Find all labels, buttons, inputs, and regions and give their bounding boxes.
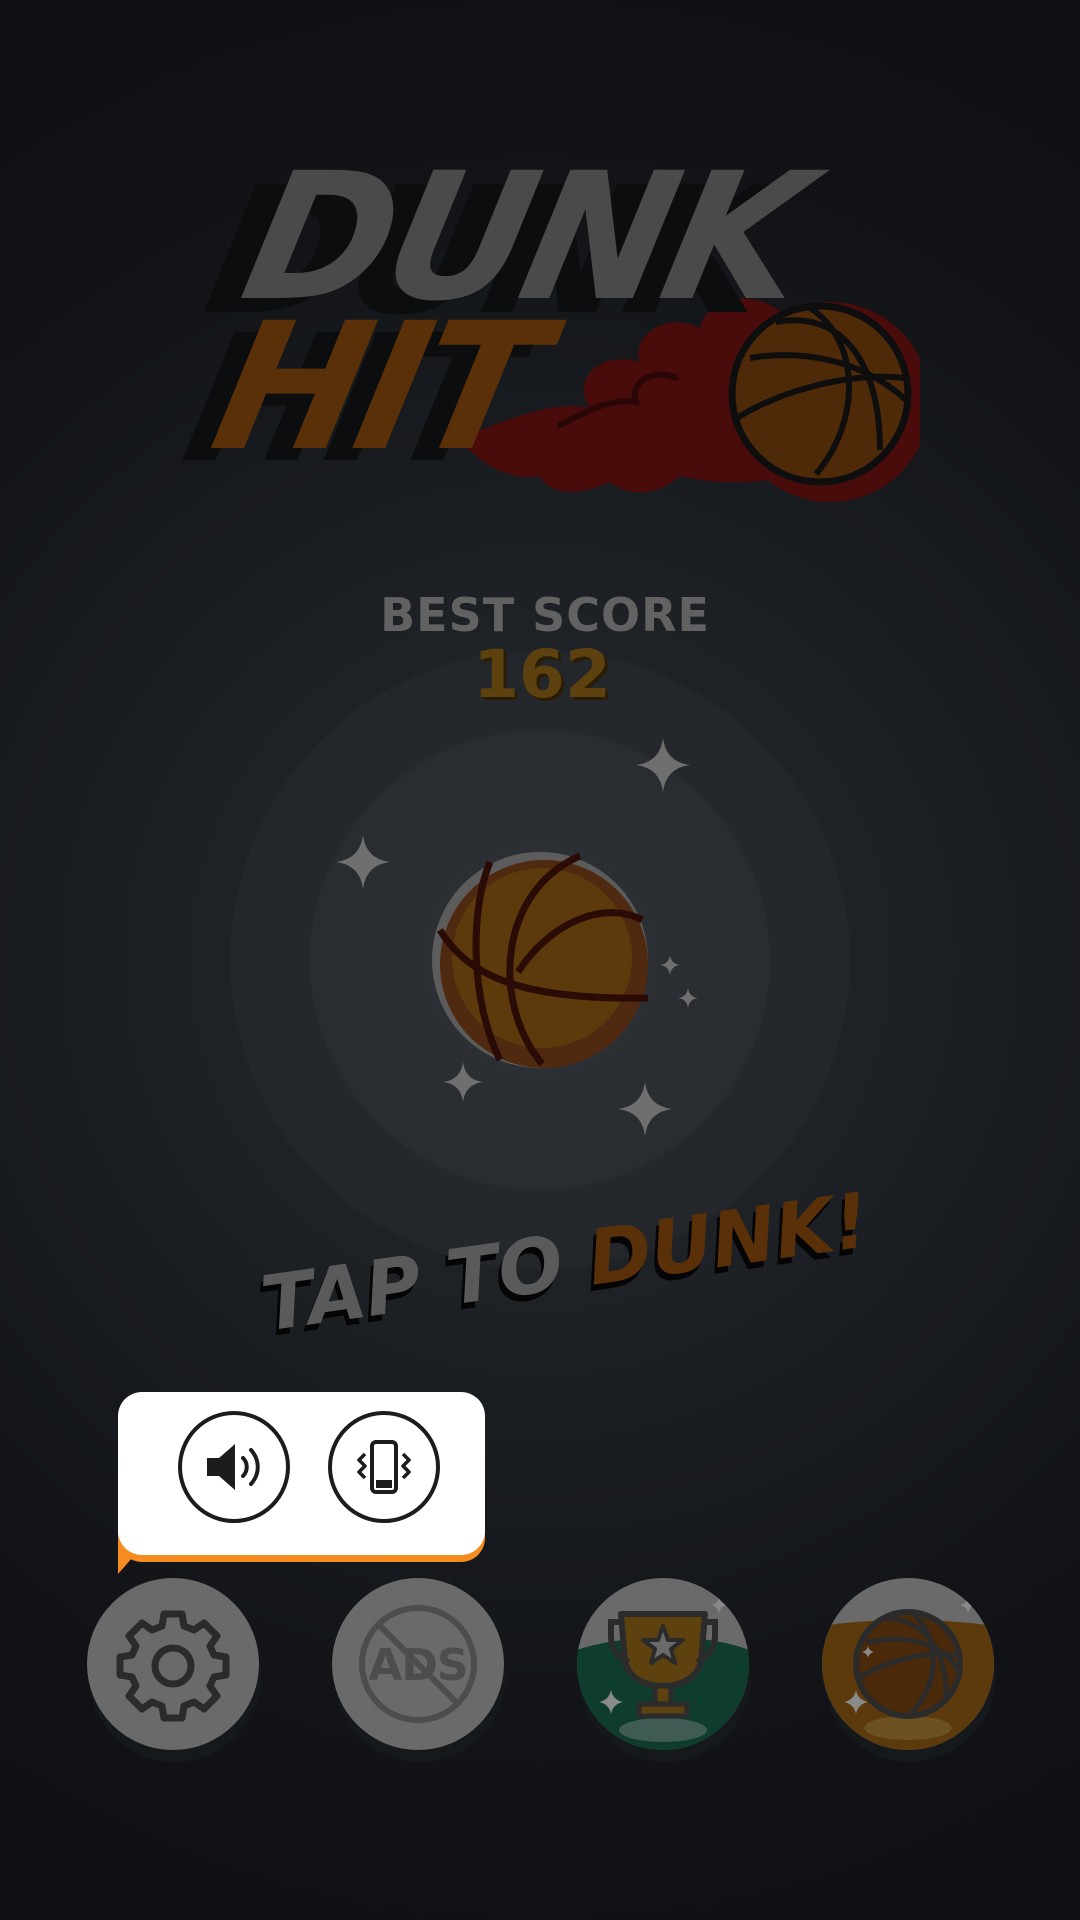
best-score-label: BEST SCORE — [380, 588, 710, 642]
tap-to-text: TAP TO — [255, 1214, 595, 1349]
basketball-icon — [432, 852, 649, 1068]
sparkle-icon — [678, 988, 698, 1008]
leaderboard-button[interactable] — [577, 1578, 749, 1750]
logo-word-hit: HIT — [198, 285, 557, 490]
basketball-icon — [822, 1596, 994, 1750]
ads-label: ADS — [368, 1640, 468, 1691]
sound-toggle-button[interactable] — [178, 1411, 290, 1523]
best-score-value: 162 — [473, 636, 611, 713]
phone-vibrate-icon — [357, 1440, 411, 1494]
speaker-icon — [207, 1444, 260, 1490]
gear-icon — [116, 1610, 230, 1722]
sparkle-icon — [660, 955, 680, 975]
dunk-text: DUNK! — [582, 1175, 875, 1303]
settings-button[interactable] — [87, 1578, 259, 1750]
tap-to-dunk-prompt: TAP TO DUNK! — [255, 1175, 874, 1349]
sparkle-icon — [636, 738, 690, 792]
vibration-toggle-button[interactable] — [328, 1411, 440, 1523]
game-screen[interactable]: DUNK HIT BEST SCORE 162 TAP TO DUNK! ADS — [0, 0, 1080, 1920]
sparkle-icon — [618, 1082, 672, 1136]
trophy-star-icon — [577, 1596, 749, 1750]
sparkle-icon — [336, 835, 390, 889]
remove-ads-button[interactable]: ADS — [332, 1578, 504, 1750]
game-logo: DUNK HIT — [180, 135, 920, 510]
ball-shop-button[interactable] — [822, 1578, 994, 1750]
